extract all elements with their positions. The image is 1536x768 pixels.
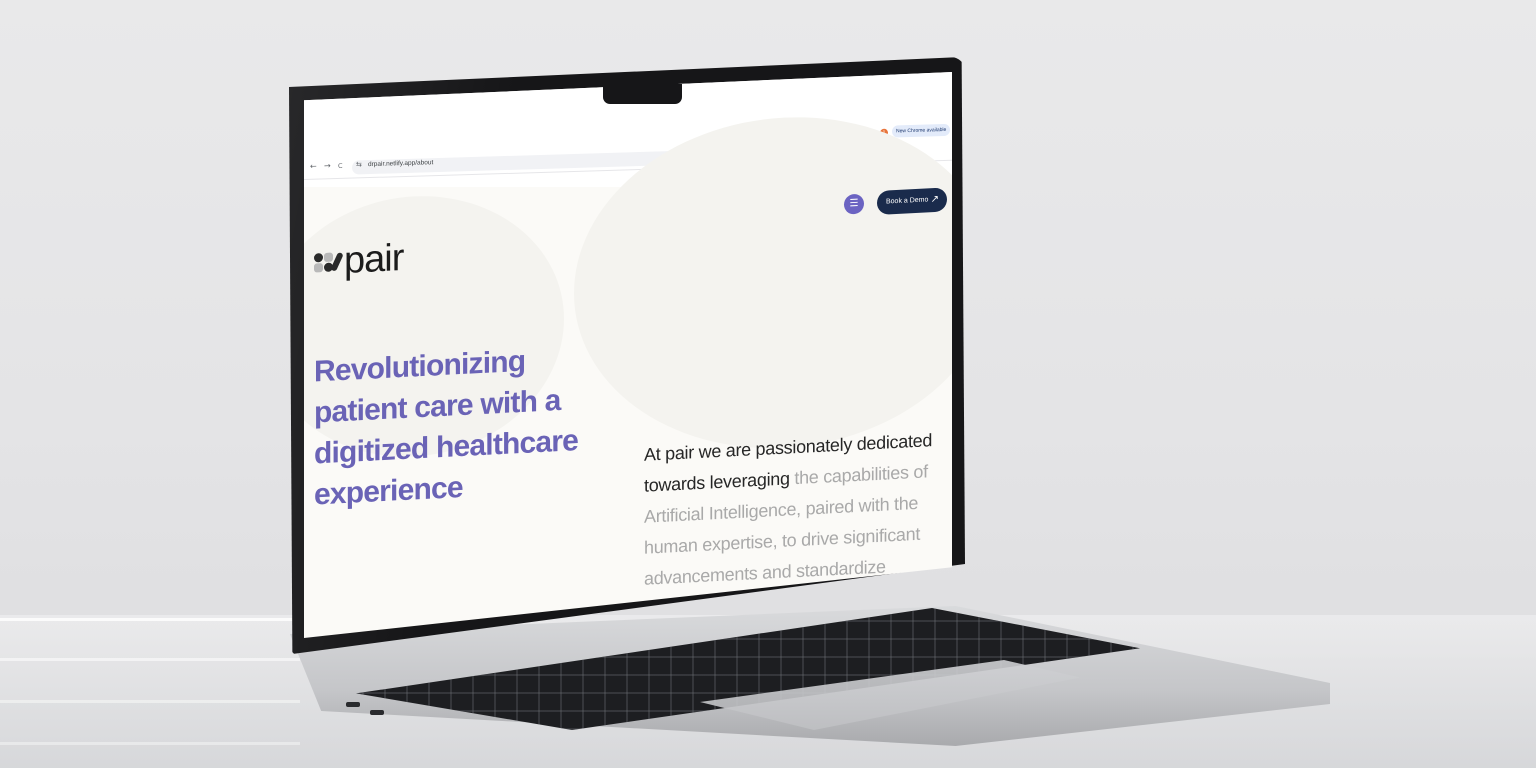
camera-notch — [603, 84, 682, 104]
usb-c-port — [370, 710, 384, 715]
forward-icon[interactable]: → — [324, 161, 331, 170]
site-settings-icon[interactable]: ⇆ — [356, 160, 362, 168]
book-demo-label: Book a Demo — [886, 196, 929, 206]
shelf-edge — [0, 700, 300, 703]
shelf-edge — [0, 742, 300, 745]
site-logo[interactable]: pair — [314, 237, 403, 285]
reload-icon[interactable]: C — [338, 162, 343, 170]
arrow-up-right-icon: ↗ — [930, 193, 939, 206]
hamburger-icon: ☰ — [849, 197, 859, 210]
usb-c-port — [346, 702, 360, 707]
book-demo-button[interactable]: Book a Demo ↗ — [877, 187, 947, 215]
back-icon[interactable]: ← — [310, 162, 317, 171]
laptop-screen: ← → C ⇆ drpair.netlify.app/about ☆ 1 New… — [304, 72, 952, 638]
shelf-edge — [0, 658, 300, 661]
shelf-edge — [0, 618, 300, 621]
webpage-content: pair ☰ Book a Demo ↗ Revolutionizing pat… — [304, 107, 952, 638]
about-paragraph: At pair we are passionately dedicated to… — [644, 425, 934, 595]
update-chrome-chip[interactable]: New Chrome available — [892, 123, 951, 138]
hero-headline: Revolutionizing patient care with a digi… — [314, 344, 579, 512]
logo-wordmark: pair — [344, 236, 404, 282]
logo-mark-icon — [314, 249, 344, 276]
